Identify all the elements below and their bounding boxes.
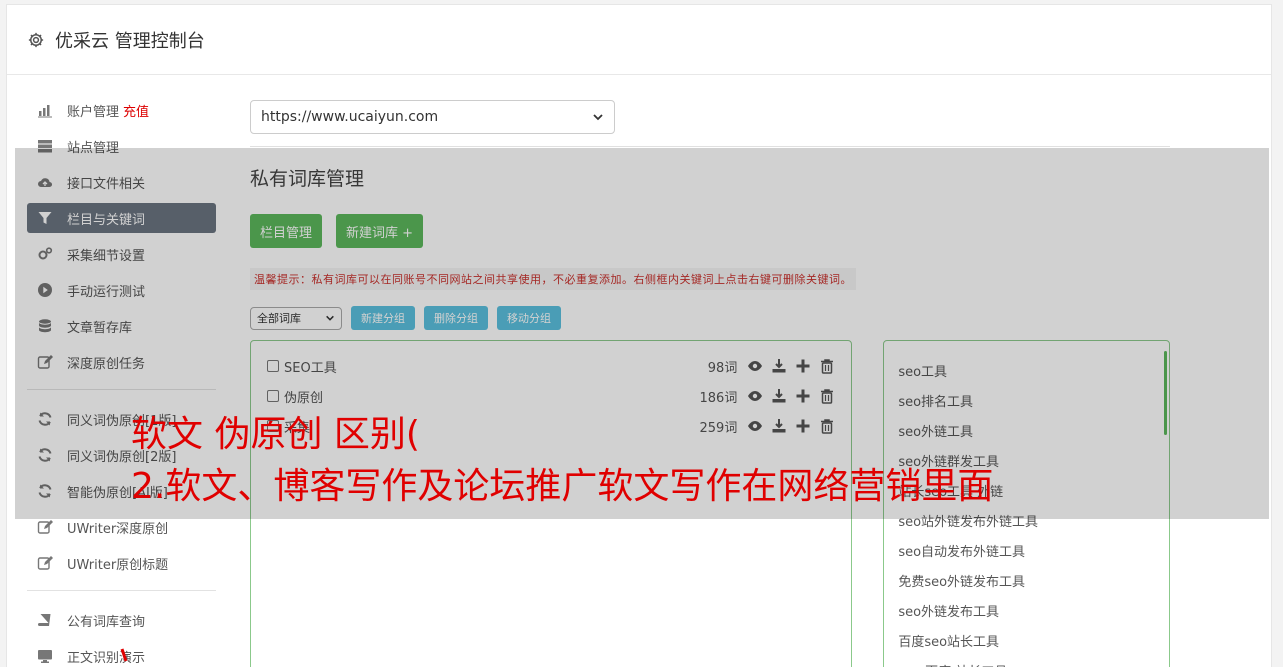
top-bar: 优采云 管理控制台 [7, 5, 1271, 75]
keyword-item[interactable]: 百度seo站长工具 [898, 625, 1169, 655]
sidebar-item-label: 账户管理 [67, 104, 120, 120]
overlay-line-2: 2.软文、博客写作及论坛推广软文写作在网络营销里面 [131, 466, 994, 507]
edit-icon [37, 519, 53, 535]
recharge-link[interactable]: 充值 [123, 101, 149, 120]
keyword-item[interactable]: seo外链发布工具 [898, 595, 1169, 625]
red-stroke-mark [120, 648, 128, 662]
site-select-value: https://www.ucaiyun.com [261, 109, 439, 125]
gear-icon [28, 32, 44, 47]
site-select[interactable]: https://www.ucaiyun.com [250, 100, 615, 134]
keyword-item[interactable]: seo 百度 站长工具 [898, 655, 1169, 667]
overlay-line-1: 软文 伪原创 区别( [131, 414, 420, 455]
section-divider [250, 146, 1170, 147]
sidebar-item-label: 正文识别演示 [67, 650, 146, 666]
sidebar-divider [27, 590, 216, 591]
sidebar-item-label: 公有词库查询 [67, 614, 146, 630]
keyword-item[interactable]: seo自动发布外链工具 [898, 535, 1169, 565]
sidebar-item-g2-4[interactable]: UWriter原创标题 [27, 548, 216, 578]
chevron-down-icon [593, 114, 603, 121]
page-title: 优采云 管理控制台 [55, 30, 205, 52]
sidebar-item-g1-0[interactable]: 账户管理 充值 [27, 95, 216, 125]
monitor-icon [37, 648, 53, 664]
sidebar-item-label: UWriter原创标题 [67, 557, 169, 573]
keyword-item[interactable]: 免费seo外链发布工具 [898, 565, 1169, 595]
sidebar-item-g3-0[interactable]: 公有词库查询 [27, 605, 216, 635]
sidebar-item-label: UWriter深度原创 [67, 521, 169, 537]
overlay-headline: 软文 伪原创 区别( 2.软文、博客写作及论坛推广软文写作在网络营销里面 [131, 409, 993, 513]
book-icon [37, 612, 53, 628]
edit-icon [37, 555, 53, 571]
bar-chart-icon [37, 102, 53, 118]
